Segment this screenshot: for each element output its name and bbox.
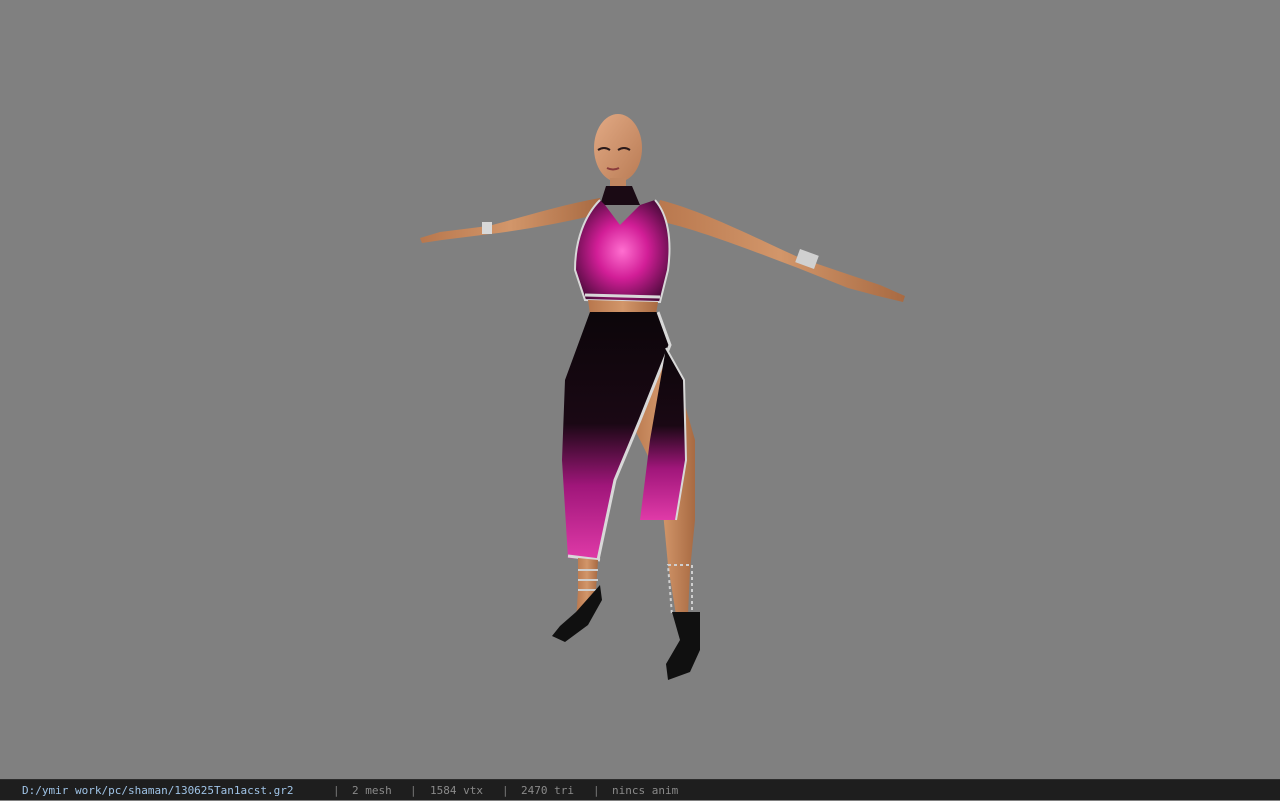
dress-top [573, 199, 671, 304]
midriff [588, 300, 658, 314]
shoe-right [666, 612, 700, 680]
3d-viewport[interactable] [0, 0, 1280, 779]
left-arm [420, 198, 600, 243]
status-bar: D:/ymir work/pc/shaman/130625Tan1acst.gr… [0, 779, 1280, 800]
mesh-count: 2 mesh [352, 784, 392, 797]
bracelet-left [482, 222, 492, 234]
animation-status: nincs anim [612, 784, 679, 797]
head [594, 114, 642, 192]
right-arm [655, 200, 905, 302]
collar [600, 186, 640, 205]
character-model[interactable] [0, 0, 1280, 779]
vertex-count: 1584 vtx [430, 784, 483, 797]
left-leg [552, 558, 602, 642]
file-path: D:/ymir work/pc/shaman/130625Tan1acst.gr… [22, 784, 294, 797]
triangle-count: 2470 tri [521, 784, 574, 797]
separator: | [410, 784, 417, 797]
separator: | [502, 784, 509, 797]
separator: | [593, 784, 600, 797]
separator: | [333, 784, 340, 797]
shoe-left [552, 585, 602, 642]
